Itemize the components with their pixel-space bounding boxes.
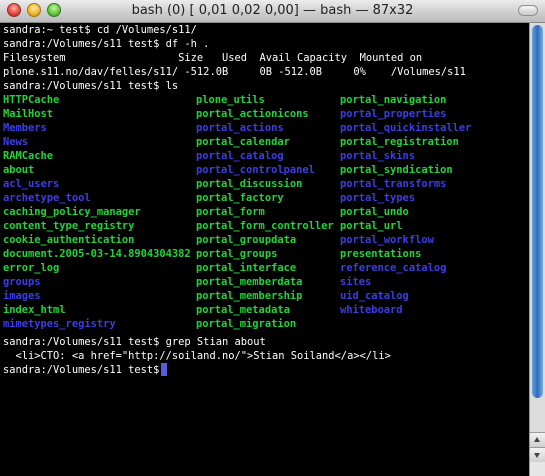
ls-entry: portal_form_controller <box>196 220 334 232</box>
ls-entry: sites <box>340 276 372 288</box>
ls-entry: archetype_tool <box>3 192 91 204</box>
ls-entry: cookie_authentication <box>3 234 135 246</box>
ls-entry: portal_properties <box>340 108 447 120</box>
ls-entry: portal_types <box>340 192 416 204</box>
ls-entry: portal_discussion <box>196 178 303 190</box>
ls-entry: portal_undo <box>340 206 409 218</box>
ls-entry: portal_memberdata <box>196 276 303 288</box>
ls-entry: reference_catalog <box>340 262 447 274</box>
resize-grip-icon[interactable] <box>530 462 545 476</box>
ls-entry: portal_metadata <box>196 304 290 316</box>
ls-entry: presentations <box>340 248 422 260</box>
ls-entry: MailHost <box>3 108 54 120</box>
ls-entry: portal_skins <box>340 150 416 162</box>
terminal-line: sandra:/Volumes/s11 test$ ls <box>3 80 179 92</box>
ls-entry: portal_membership <box>196 290 303 302</box>
toolbar-toggle-button[interactable] <box>518 5 538 16</box>
terminal-window: bash (0) [ 0,01 0,02 0,00] — bash — 87x3… <box>0 0 545 476</box>
text-cursor <box>161 363 167 376</box>
window-title: bash (0) [ 0,01 0,02 0,00] — bash — 87x3… <box>131 3 414 18</box>
ls-entry: index_html <box>3 304 66 316</box>
ls-entry: portal_calendar <box>196 136 290 148</box>
ls-entry: caching_policy_manager <box>3 206 141 218</box>
ls-entry: acl_users <box>3 178 60 190</box>
ls-entry: groups <box>3 276 41 288</box>
vertical-scrollbar[interactable] <box>529 23 545 476</box>
ls-entry: document.2005-03-14.8904304382 <box>3 248 191 260</box>
zoom-button[interactable] <box>47 3 61 17</box>
ls-entry: portal_registration <box>340 136 459 148</box>
ls-entry: portal_catalog <box>196 150 284 162</box>
terminal-line: <li>CTO: <a href="http://soiland.no/">St… <box>3 350 391 362</box>
title-bar[interactable]: bash (0) [ 0,01 0,02 0,00] — bash — 87x3… <box>0 0 545 23</box>
scroll-up-arrow-icon[interactable] <box>530 432 545 447</box>
ls-entry: portal_workflow <box>340 234 434 246</box>
ls-entry: portal_quickinstaller <box>340 122 472 134</box>
ls-entry: plone_utils <box>196 94 265 106</box>
terminal-line: sandra:~ test$ cd /Volumes/s11/ <box>3 24 197 36</box>
ls-entry: RAMCache <box>3 150 54 162</box>
scroll-down-arrow-icon[interactable] <box>530 447 545 462</box>
ls-entry: portal_syndication <box>340 164 453 176</box>
scrollbar-thumb[interactable] <box>532 25 543 398</box>
ls-entry: images <box>3 290 41 302</box>
ls-entry: Members <box>3 122 47 134</box>
ls-entry: mimetypes_registry <box>3 318 116 330</box>
ls-entry: portal_transforms <box>340 178 447 190</box>
ls-entry: whiteboard <box>340 304 403 316</box>
terminal-line: sandra:/Volumes/s11 test$ df -h . <box>3 38 210 50</box>
ls-entry: portal_factory <box>196 192 284 204</box>
ls-entry: portal_migration <box>196 318 297 330</box>
terminal-line: Filesystem Size Used Avail Capacity Moun… <box>3 52 423 64</box>
ls-entry: portal_interface <box>196 262 297 274</box>
ls-entry: portal_actionicons <box>196 108 309 120</box>
ls-entry: portal_form <box>196 206 265 218</box>
ls-entry: portal_actions <box>196 122 284 134</box>
ls-entry: about <box>3 164 35 176</box>
terminal-line: plone.s11.no/dav/felles/s11/ -512.0B 0B … <box>3 66 466 78</box>
minimize-button[interactable] <box>27 3 41 17</box>
terminal-line: sandra:/Volumes/s11 test$ grep Stian abo… <box>3 336 266 348</box>
ls-entry: portal_groupdata <box>196 234 297 246</box>
ls-entry: uid_catalog <box>340 290 409 302</box>
ls-entry: portal_controlpanel <box>196 164 315 176</box>
ls-entry: error_log <box>3 262 60 274</box>
prompt-line: sandra:/Volumes/s11 test$ <box>3 364 166 376</box>
close-button[interactable] <box>7 3 21 17</box>
ls-entry: content_type_registry <box>3 220 135 232</box>
terminal-output[interactable]: sandra:~ test$ cd /Volumes/s11/ sandra:/… <box>3 23 529 476</box>
ls-entry: portal_groups <box>196 248 278 260</box>
ls-entry: portal_navigation <box>340 94 447 106</box>
ls-entry: News <box>3 136 29 148</box>
ls-entry: HTTPCache <box>3 94 60 106</box>
ls-entry: portal_url <box>340 220 403 232</box>
